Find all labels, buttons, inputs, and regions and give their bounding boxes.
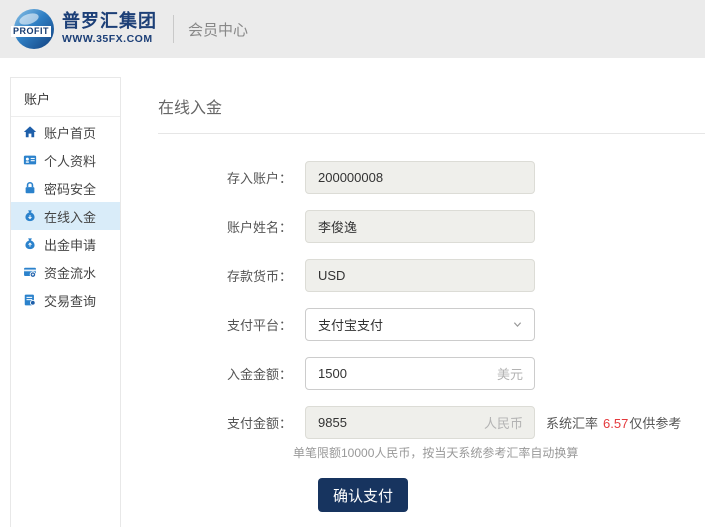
- deposit-amount-input[interactable]: [305, 357, 535, 390]
- payment-amount-field: [305, 406, 535, 439]
- portal-title: 会员中心: [188, 19, 248, 40]
- sidebar-item-funds-flow[interactable]: 资金流水: [11, 258, 120, 286]
- title-divider: [158, 133, 705, 134]
- lock-icon: [23, 181, 37, 195]
- account-name-field: [305, 210, 535, 243]
- header: PROFIT 普罗汇集团 WWW.35FX.COM 会员中心: [0, 0, 705, 58]
- sidebar-item-label: 出金申请: [44, 235, 96, 254]
- deposit-icon: [23, 209, 37, 223]
- payment-amount-label: 支付金额：: [158, 413, 305, 432]
- sidebar-list: 账户首页 个人资料 密码安全 在线入金: [11, 117, 120, 314]
- account-name-label: 账户姓名：: [158, 217, 305, 236]
- form-row-deposit-currency: 存款货币：: [158, 259, 705, 292]
- sidebar-item-label: 在线入金: [44, 207, 96, 226]
- deposit-account-field: [305, 161, 535, 194]
- id-card-icon: [23, 153, 37, 167]
- payment-platform-select[interactable]: 支付宝支付: [305, 308, 535, 341]
- deposit-amount-label: 入金金额：: [158, 364, 305, 383]
- brand-url: WWW.35FX.COM: [62, 34, 157, 46]
- sidebar-item-online-deposit[interactable]: 在线入金: [11, 202, 120, 230]
- confirm-payment-button[interactable]: 确认支付: [318, 478, 408, 512]
- sidebar-item-label: 交易查询: [44, 291, 96, 310]
- sidebar-section-title: 账户: [11, 78, 120, 116]
- rate-suffix: 仅供参考: [629, 416, 681, 431]
- chevron-down-icon: [513, 320, 522, 329]
- rate-prefix: 系统汇率: [546, 416, 598, 431]
- trade-query-icon: [23, 293, 37, 307]
- sidebar-item-withdraw-request[interactable]: 出金申请: [11, 230, 120, 258]
- home-icon: [23, 125, 37, 139]
- header-divider: [173, 15, 174, 43]
- sidebar-item-profile[interactable]: 个人资料: [11, 146, 120, 174]
- brand-block: 普罗汇集团 WWW.35FX.COM: [62, 12, 157, 45]
- page-title: 在线入金: [158, 94, 705, 118]
- funds-flow-icon: [23, 265, 37, 279]
- sidebar-item-label: 账户首页: [44, 123, 96, 142]
- sidebar-item-password-security[interactable]: 密码安全: [11, 174, 120, 202]
- form-row-payment-platform: 支付平台： 支付宝支付: [158, 308, 705, 341]
- sidebar-item-label: 资金流水: [44, 263, 96, 282]
- brand-globe-icon: PROFIT: [14, 9, 54, 49]
- deposit-form: 存入账户： 账户姓名： 存款货币： 支付平台： 支付宝支付: [158, 161, 705, 512]
- deposit-account-label: 存入账户：: [158, 168, 305, 187]
- deposit-currency-field: [305, 259, 535, 292]
- sidebar-item-trade-query[interactable]: 交易查询: [11, 286, 120, 314]
- payment-platform-label: 支付平台：: [158, 315, 305, 334]
- payment-platform-value: 支付宝支付: [318, 315, 383, 334]
- sidebar: 账户 账户首页 个人资料 密码安全: [10, 77, 121, 527]
- sidebar-item-account-home[interactable]: 账户首页: [11, 118, 120, 146]
- brand-logo-text: PROFIT: [11, 26, 51, 37]
- limit-note: 单笔限额10000人民币，按当天系统参考汇率自动换算: [293, 444, 705, 461]
- sidebar-item-label: 密码安全: [44, 179, 96, 198]
- exchange-rate-note: 系统汇率 6.57仅供参考: [546, 413, 681, 432]
- form-row-account-name: 账户姓名：: [158, 210, 705, 243]
- sidebar-item-label: 个人资料: [44, 151, 96, 170]
- form-row-deposit-account: 存入账户：: [158, 161, 705, 194]
- rate-value: 6.57: [603, 416, 628, 431]
- form-row-deposit-amount: 入金金额： 美元: [158, 357, 705, 390]
- form-row-payment-amount: 支付金额： 人民币 系统汇率6.57仅供参考: [158, 406, 705, 439]
- withdraw-icon: [23, 237, 37, 251]
- main-content: 在线入金 存入账户： 账户姓名： 存款货币： 支付平台： 支付宝支付: [158, 77, 705, 512]
- brand-name: 普罗汇集团: [62, 12, 157, 32]
- deposit-currency-label: 存款货币：: [158, 266, 305, 285]
